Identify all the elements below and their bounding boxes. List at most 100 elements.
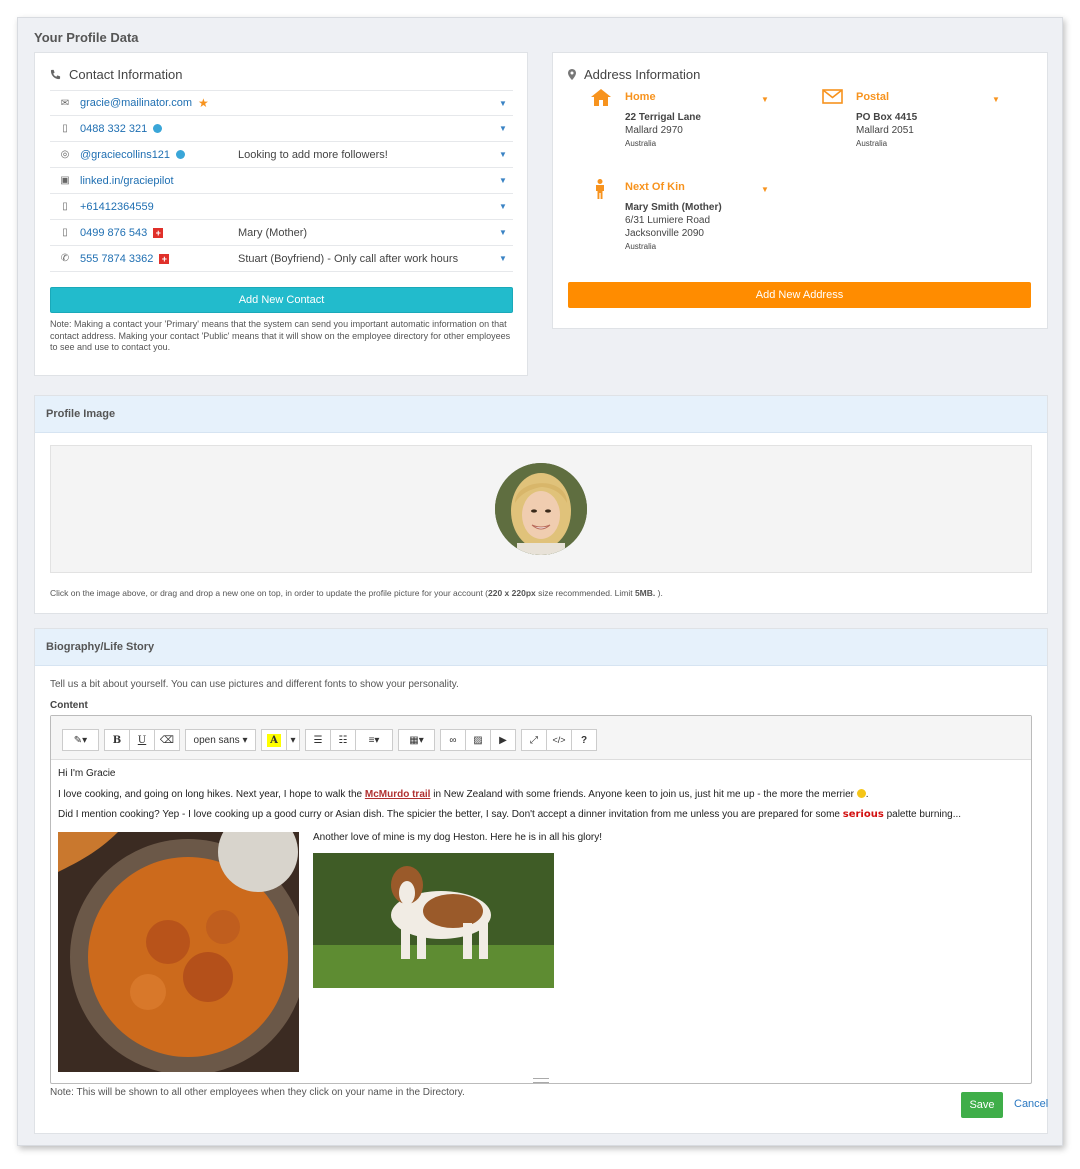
- eraser-button[interactable]: ⌫: [154, 729, 180, 751]
- home-icon: [591, 89, 611, 106]
- help-text: ).: [655, 588, 663, 598]
- instagram-icon: ◎: [60, 149, 70, 160]
- curry-photo: [58, 832, 299, 1072]
- profile-image-dropzone[interactable]: [50, 445, 1032, 573]
- contact-value-text[interactable]: 555 7874 3362: [80, 253, 153, 265]
- contact-value-text[interactable]: @graciecollins121: [80, 149, 170, 161]
- content-label: Content: [50, 700, 88, 711]
- emergency-cross-icon[interactable]: +: [153, 227, 164, 238]
- chevron-down-icon[interactable]: ▼: [761, 185, 769, 194]
- avatar[interactable]: [495, 463, 587, 555]
- contact-row[interactable]: ✉ gracie@mailinator.com ★ ▼: [50, 90, 513, 116]
- cancel-button[interactable]: Cancel: [1014, 1098, 1048, 1110]
- globe-icon[interactable]: [176, 150, 186, 159]
- numbered-list-button[interactable]: ☷: [330, 729, 356, 751]
- contact-value-text[interactable]: +61412364559: [80, 201, 154, 213]
- editor-text[interactable]: in New Zealand with some friends. Anyone…: [430, 789, 856, 800]
- code-view-button[interactable]: </>: [546, 729, 572, 751]
- chevron-down-icon[interactable]: ▼: [493, 254, 513, 263]
- address-heading-label: Address Information: [584, 67, 701, 82]
- contact-note: Looking to add more followers!: [238, 148, 388, 161]
- contact-row[interactable]: ▯ 0499 876 543 + Mary (Mother) ▼: [50, 220, 513, 246]
- bold-button[interactable]: B: [104, 729, 130, 751]
- contact-value[interactable]: gracie@mailinator.com ★: [80, 96, 238, 110]
- address-next-of-kin[interactable]: Next Of Kin ▼ Mary Smith (Mother) 6/31 L…: [591, 179, 791, 259]
- contact-note: Mary (Mother): [238, 226, 308, 239]
- editor-line[interactable]: Hi I'm Gracie: [58, 768, 115, 779]
- contact-row[interactable]: ▣ linked.in/graciepilot ▼: [50, 168, 513, 194]
- contact-row[interactable]: ▯ 0488 332 321 ▼: [50, 116, 513, 142]
- contact-heading: Contact Information: [50, 67, 182, 82]
- caret-down-icon: ▾: [290, 734, 296, 746]
- underline-button[interactable]: U: [129, 729, 155, 751]
- magic-wand-button[interactable]: ✎▾: [62, 729, 99, 751]
- contact-value[interactable]: linked.in/graciepilot: [80, 175, 238, 187]
- color-dropdown-button[interactable]: ▾: [286, 729, 300, 751]
- link-icon: ∞: [449, 734, 457, 746]
- chevron-down-icon[interactable]: ▼: [493, 176, 513, 185]
- profile-image-heading: Profile Image: [35, 396, 1047, 433]
- contact-row[interactable]: ◎ @graciecollins121 Looking to add more …: [50, 142, 513, 168]
- video-button[interactable]: ▶: [490, 729, 516, 751]
- editor-line[interactable]: Did I mention cooking? Yep - I love cook…: [58, 809, 961, 820]
- align-button[interactable]: ≡▾: [355, 729, 393, 751]
- contact-value-text[interactable]: linked.in/graciepilot: [80, 175, 174, 187]
- text-color-button[interactable]: A: [261, 729, 287, 751]
- contact-value[interactable]: 0499 876 543 +: [80, 227, 238, 239]
- table-icon: ▦▾: [409, 734, 424, 746]
- address-lines: 22 Terrigal Lane Mallard 2970 Australia: [625, 111, 701, 150]
- bullet-list-button[interactable]: ☰: [305, 729, 331, 751]
- address-line: Mary Smith (Mother): [625, 202, 722, 213]
- globe-icon[interactable]: [153, 124, 163, 133]
- help-button[interactable]: ?: [571, 729, 597, 751]
- mobile-icon: ▯: [62, 201, 68, 212]
- chevron-down-icon[interactable]: ▼: [761, 95, 769, 104]
- dog-image[interactable]: [313, 853, 554, 988]
- biography-heading: Biography/Life Story: [35, 629, 1047, 666]
- editor-text[interactable]: .: [866, 789, 869, 800]
- primary-star-icon[interactable]: ★: [198, 96, 209, 110]
- curry-image[interactable]: [58, 832, 299, 1072]
- address-country: Australia: [625, 242, 657, 251]
- chevron-down-icon[interactable]: ▼: [992, 95, 1000, 104]
- phone-icon: ✆: [60, 253, 70, 264]
- contact-row[interactable]: ✆ 555 7874 3362 + Stuart (Boyfriend) - On…: [50, 246, 513, 272]
- contact-note: Stuart (Boyfriend) - Only call after wor…: [238, 252, 459, 265]
- rich-text-editor[interactable]: ✎▾ B U ⌫ open sans ▾ A ▾ ☰ ☷ ≡▾ ▦▾ ∞ ▨ ▶…: [50, 715, 1032, 1084]
- contact-value-text[interactable]: gracie@mailinator.com: [80, 97, 192, 109]
- contact-value[interactable]: @graciecollins121: [80, 149, 238, 161]
- contact-value[interactable]: 0488 332 321: [80, 123, 238, 135]
- contact-value[interactable]: 555 7874 3362 +: [80, 253, 238, 265]
- editor-text[interactable]: Did I mention cooking? Yep - I love cook…: [58, 809, 843, 820]
- contact-value-text[interactable]: 0499 876 543: [80, 227, 147, 239]
- contact-value[interactable]: +61412364559: [80, 201, 238, 213]
- image-button[interactable]: ▨: [465, 729, 491, 751]
- chevron-down-icon[interactable]: ▼: [493, 202, 513, 211]
- editor-text[interactable]: palette burning...: [884, 809, 962, 820]
- fullscreen-button[interactable]: ⤢: [521, 729, 547, 751]
- chevron-down-icon[interactable]: ▼: [493, 99, 513, 108]
- chevron-down-icon[interactable]: ▼: [493, 228, 513, 237]
- chevron-down-icon[interactable]: ▼: [493, 150, 513, 159]
- table-button[interactable]: ▦▾: [398, 729, 435, 751]
- address-home[interactable]: Home ▼ 22 Terrigal Lane Mallard 2970 Aus…: [591, 89, 791, 159]
- help-size: 220 x 220px: [488, 588, 536, 598]
- magic-wand-icon: ✎▾: [73, 734, 88, 746]
- editor-text[interactable]: I love cooking, and going on long hikes.…: [58, 789, 365, 800]
- link-button[interactable]: ∞: [440, 729, 466, 751]
- editor-resize-handle[interactable]: [533, 1078, 549, 1083]
- mcmurdo-link[interactable]: McMurdo trail: [365, 789, 431, 800]
- address-postal[interactable]: Postal ▼ PO Box 4415 Mallard 2051 Austra…: [822, 89, 1022, 159]
- contact-value-text[interactable]: 0488 332 321: [80, 123, 147, 135]
- add-new-address-button[interactable]: Add New Address: [568, 282, 1031, 308]
- address-lines: Mary Smith (Mother) 6/31 Lumiere Road Ja…: [625, 201, 722, 253]
- emergency-cross-icon[interactable]: +: [159, 253, 170, 264]
- editor-line[interactable]: I love cooking, and going on long hikes.…: [58, 789, 869, 800]
- save-button[interactable]: Save: [961, 1092, 1003, 1118]
- contact-row[interactable]: ▯ +61412364559 ▼: [50, 194, 513, 220]
- dog-caption[interactable]: Another love of mine is my dog Heston. H…: [313, 832, 602, 843]
- add-new-contact-button[interactable]: Add New Contact: [50, 287, 513, 313]
- chevron-down-icon[interactable]: ▼: [493, 124, 513, 133]
- font-family-select[interactable]: open sans ▾: [185, 729, 256, 751]
- serious-emphasis[interactable]: serious: [843, 809, 884, 820]
